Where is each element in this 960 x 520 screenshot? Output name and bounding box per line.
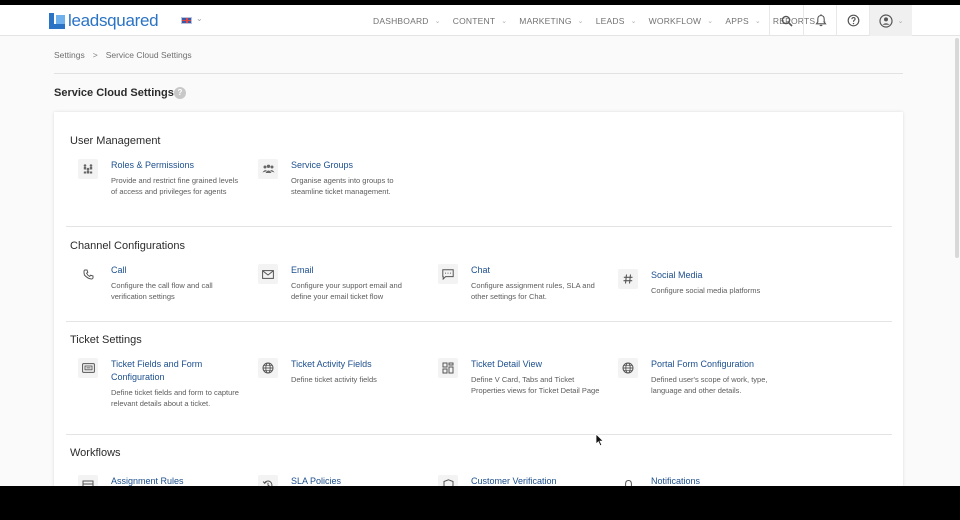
section-divider <box>66 226 892 227</box>
setting-chat[interactable]: Chat Configure assignment rules, SLA and… <box>438 264 598 304</box>
form-icon <box>78 358 98 378</box>
chevron-down-icon: ⌄ <box>707 17 714 25</box>
logo[interactable]: leadsquared <box>49 11 159 30</box>
setting-title[interactable]: Ticket Detail View <box>471 358 601 371</box>
uk-flag-icon[interactable] <box>181 17 192 24</box>
setting-description: Define V Card, Tabs and Ticket Propertie… <box>471 375 600 395</box>
setting-title[interactable]: SLA Policies <box>291 475 421 486</box>
setting-ticket-activity-fields[interactable]: Ticket Activity Fields Define ticket act… <box>258 358 418 388</box>
setting-description: Provide and restrict fine grained levels… <box>111 176 239 196</box>
setting-title[interactable]: Call <box>111 264 241 277</box>
chevron-down-icon: ⌄ <box>501 17 508 25</box>
setting-title[interactable]: Roles & Permissions <box>111 159 241 172</box>
logo-text: leadsquared <box>68 11 159 30</box>
search-icon[interactable] <box>770 5 803 36</box>
hashtag-icon <box>618 269 638 289</box>
page-scrollbar[interactable] <box>955 38 959 258</box>
section-title-workflows: Workflows <box>70 447 121 459</box>
app-window: leadsquared ⌄ DASHBOARD ⌄ CONTENT ⌄ MARKET… <box>0 5 960 486</box>
groups-icon <box>258 159 278 179</box>
logo-icon <box>49 13 65 29</box>
shield-icon <box>438 475 458 486</box>
settings-card: User Management Roles & Permissions Prov… <box>54 112 903 486</box>
setting-description: Configure your support email and define … <box>291 281 402 301</box>
setting-title[interactable]: Notifications <box>651 475 781 486</box>
chevron-down-icon: ⌄ <box>434 17 441 25</box>
bell-icon <box>618 475 638 486</box>
globe-icon <box>618 358 638 378</box>
setting-title[interactable]: Service Groups <box>291 159 421 172</box>
setting-ticket-fields-form[interactable]: Ticket Fields and Form Configuration Def… <box>78 358 241 420</box>
setting-title[interactable]: Chat <box>471 264 601 277</box>
chevron-down-icon: ⌄ <box>754 17 761 25</box>
user-menu[interactable]: ⌄ <box>870 5 912 36</box>
setting-title[interactable]: Email <box>291 264 421 277</box>
breadcrumb-divider <box>54 73 903 74</box>
sla-icon <box>258 475 278 486</box>
breadcrumb-settings[interactable]: Settings <box>54 50 85 60</box>
top-header: leadsquared ⌄ DASHBOARD ⌄ CONTENT ⌄ MARKET… <box>0 5 960 36</box>
nav-marketing[interactable]: MARKETING ⌄ <box>519 16 583 26</box>
bell-icon[interactable] <box>804 5 837 36</box>
setting-description: Define ticket fields and form to capture… <box>111 388 239 408</box>
section-divider <box>66 321 892 322</box>
globe-icon <box>258 358 278 378</box>
page-title: Service Cloud Settings <box>54 87 174 99</box>
help-icon[interactable]: ? <box>174 87 186 99</box>
setting-social-media[interactable]: Social Media Configure social media plat… <box>618 269 778 299</box>
nav-content[interactable]: CONTENT ⌄ <box>453 16 508 26</box>
layout-icon <box>438 358 458 378</box>
section-title-user-management: User Management <box>70 135 161 147</box>
phone-icon <box>78 264 98 284</box>
setting-title[interactable]: Assignment Rules <box>111 475 241 486</box>
nav-dashboard[interactable]: DASHBOARD ⌄ <box>373 16 441 26</box>
chevron-down-icon: ⌄ <box>630 17 637 25</box>
setting-description: Organise agents into groups to steamline… <box>291 176 394 196</box>
chevron-down-icon: ⌄ <box>897 17 904 25</box>
breadcrumb-current: Service Cloud Settings <box>105 50 192 60</box>
mouse-cursor-icon <box>595 433 605 447</box>
setting-description: Defined user's scope of work, type, lang… <box>651 375 768 395</box>
nav-apps[interactable]: APPS ⌄ <box>725 16 761 26</box>
section-title-channel-configurations: Channel Configurations <box>70 240 185 252</box>
setting-portal-form-configuration[interactable]: Portal Form Configuration Defined user's… <box>618 358 778 398</box>
mail-icon <box>258 264 278 284</box>
breadcrumb-separator: > <box>92 50 98 60</box>
chevron-down-icon[interactable]: ⌄ <box>196 14 203 23</box>
setting-title[interactable]: Ticket Activity Fields <box>291 358 421 371</box>
nav-leads[interactable]: LEADS ⌄ <box>596 16 637 26</box>
setting-notifications[interactable]: Notifications <box>618 475 778 486</box>
breadcrumb: Settings > Service Cloud Settings <box>54 50 192 60</box>
setting-description: Configure assignment rules, SLA and othe… <box>471 281 595 301</box>
chevron-down-icon: ⌄ <box>577 17 584 25</box>
section-divider <box>66 434 892 435</box>
setting-description: Configure the call flow and call verific… <box>111 281 213 301</box>
setting-roles-permissions[interactable]: Roles & Permissions Provide and restrict… <box>78 159 238 209</box>
setting-email[interactable]: Email Configure your support email and d… <box>258 264 418 304</box>
setting-assignment-rules[interactable]: Assignment Rules <box>78 475 238 486</box>
help-icon[interactable] <box>837 5 870 36</box>
setting-ticket-detail-view[interactable]: Ticket Detail View Define V Card, Tabs a… <box>438 358 601 410</box>
setting-title[interactable]: Portal Form Configuration <box>651 358 781 371</box>
section-title-ticket-settings: Ticket Settings <box>70 334 142 346</box>
setting-title[interactable]: Ticket Fields and Form Configuration <box>111 358 241 384</box>
chat-icon <box>438 264 458 284</box>
setting-title[interactable]: Customer Verification <box>471 475 601 486</box>
setting-title[interactable]: Social Media <box>651 269 781 282</box>
user-icon <box>878 13 893 28</box>
screen-border-bottom <box>0 486 960 520</box>
setting-customer-verification[interactable]: Customer Verification <box>438 475 598 486</box>
setting-service-groups[interactable]: Service Groups Organise agents into grou… <box>258 159 418 199</box>
assignment-icon <box>78 475 98 486</box>
setting-description: Configure social media platforms <box>651 286 761 295</box>
nav-workflow[interactable]: WORKFLOW ⌄ <box>649 16 714 26</box>
setting-call[interactable]: Call Configure the call flow and call ve… <box>78 264 238 304</box>
setting-sla-policies[interactable]: SLA Policies <box>258 475 418 486</box>
roles-icon <box>78 159 98 179</box>
setting-description: Define ticket activity fields <box>291 375 377 384</box>
